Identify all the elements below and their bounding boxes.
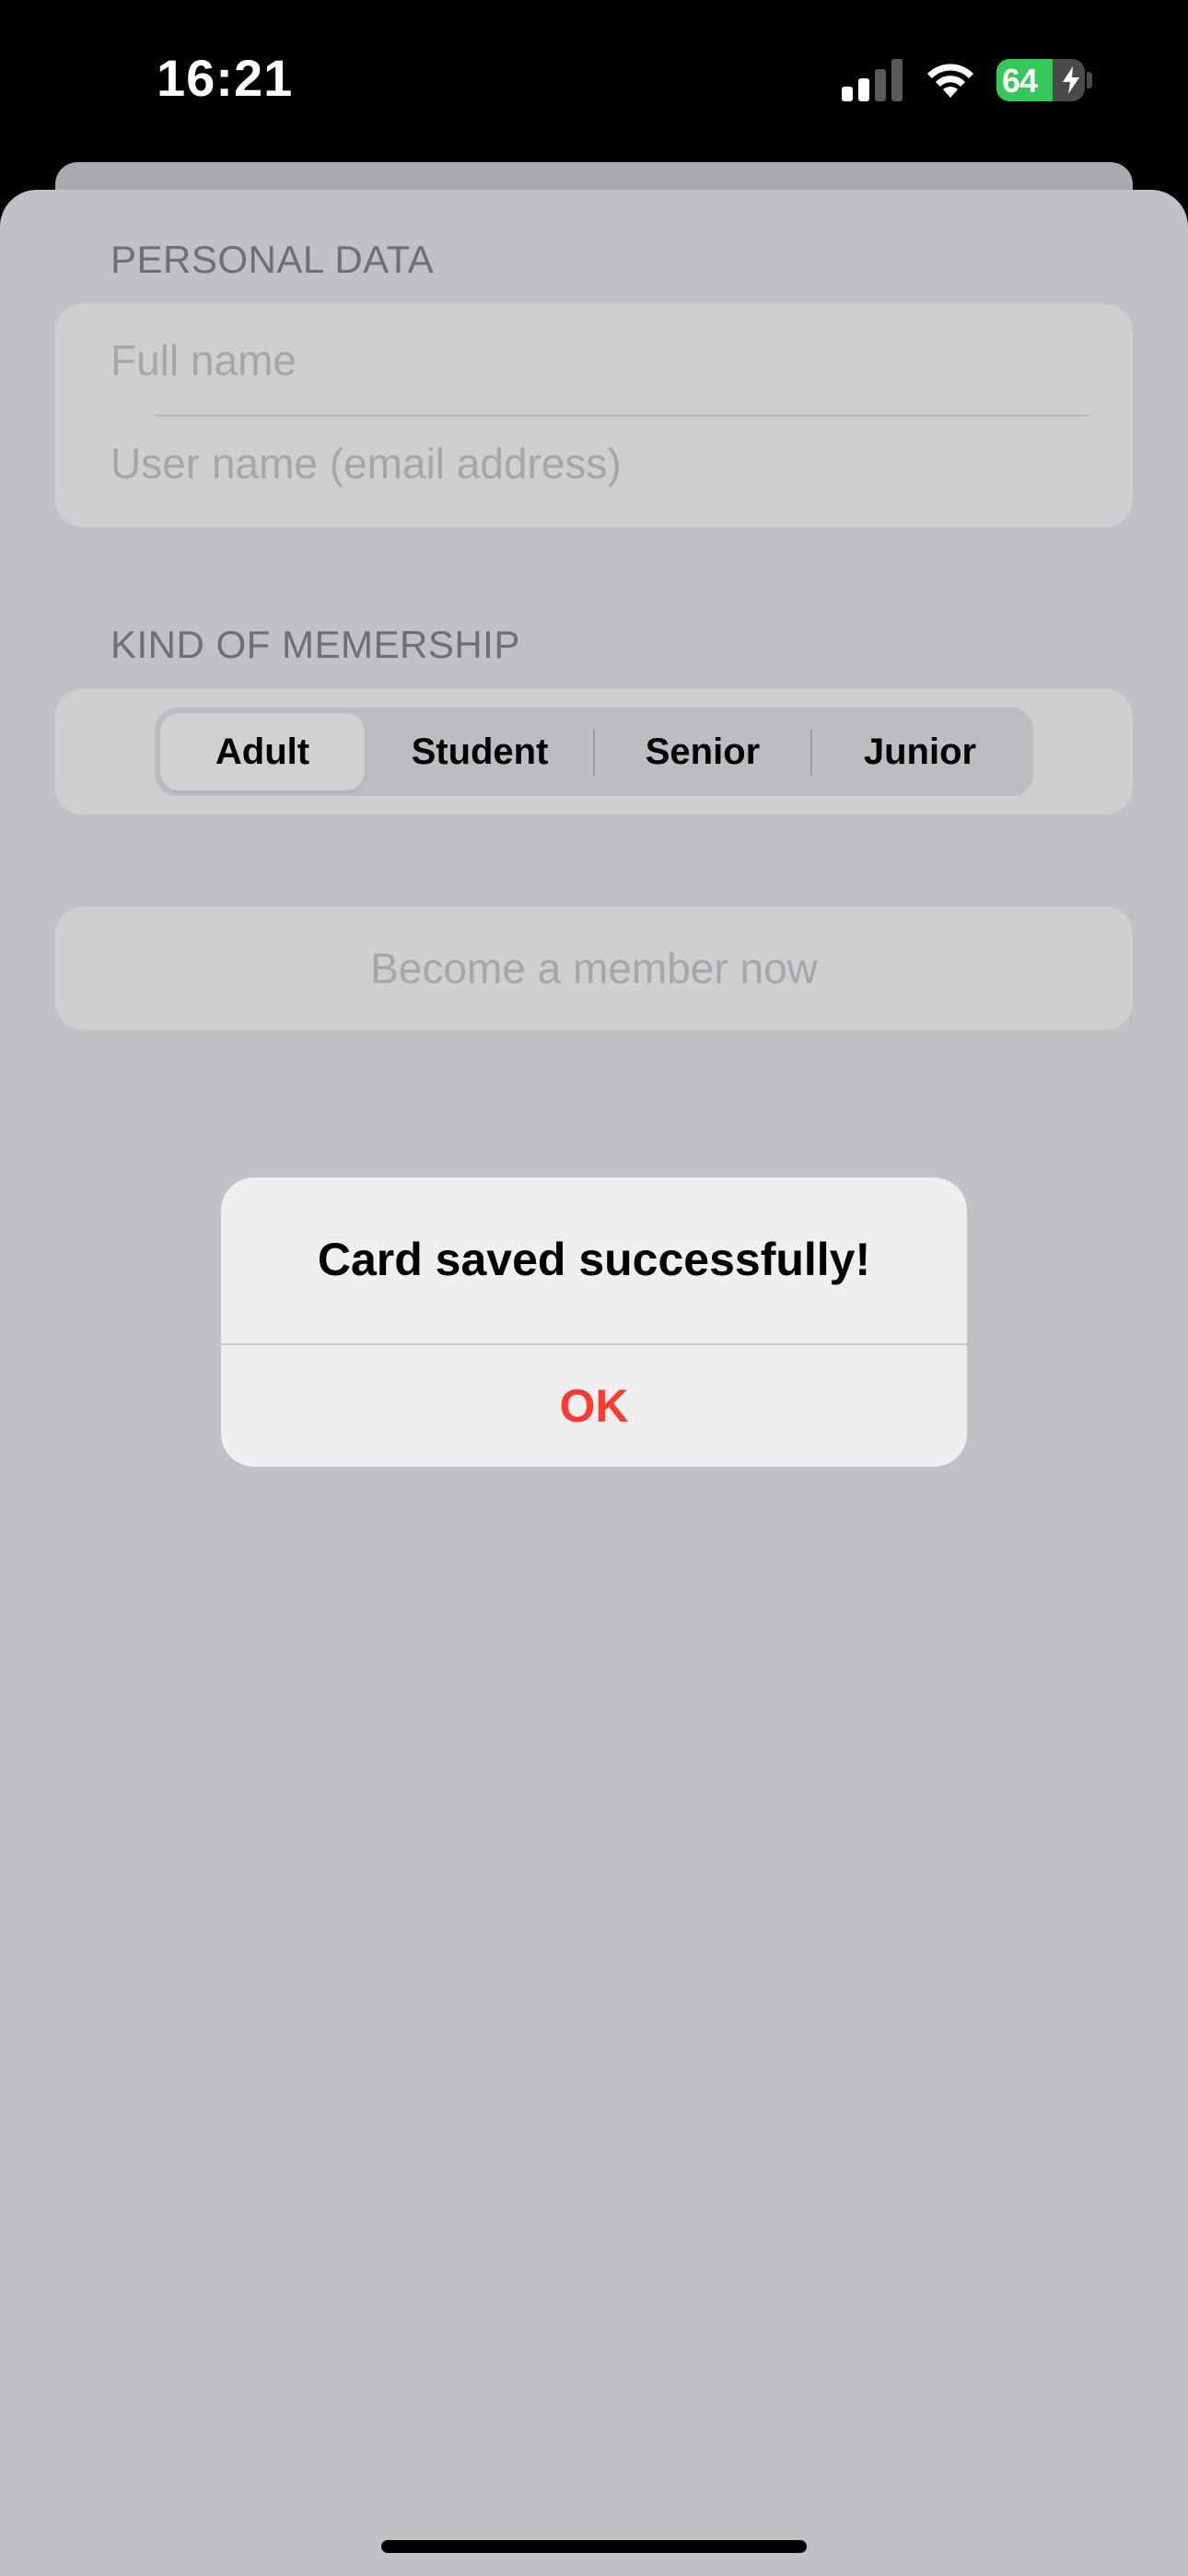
membership-segmented-control: Adult Student Senior Junior [155,708,1033,796]
alert-ok-button[interactable]: OK [221,1345,967,1467]
segment-adult[interactable]: Adult [160,713,365,790]
become-member-button[interactable]: Become a member now [55,907,1133,1030]
battery-charging-icon: 64 [996,59,1085,101]
battery-percentage: 64 [1002,62,1038,100]
segment-student[interactable]: Student [376,713,584,790]
status-bar: 16:21 64 [0,0,1188,166]
status-time: 16:21 [157,49,294,107]
section-header-membership: KIND OF MEMERSHIP [111,623,520,666]
personal-data-group: Full name User name (email address) [55,304,1133,527]
segment-senior[interactable]: Senior [595,713,810,790]
battery-nub [1087,72,1092,88]
membership-group: Adult Student Senior Junior [55,689,1133,814]
segment-junior[interactable]: Junior [812,713,1028,790]
full-name-field[interactable]: Full name [111,335,297,385]
field-divider [155,415,1089,416]
wifi-icon [927,64,973,98]
alert-dialog: Card saved successfully! OK [221,1177,967,1467]
username-email-field[interactable]: User name (email address) [111,439,622,488]
alert-title: Card saved successfully! [317,1234,871,1285]
charging-bolt-icon [1063,66,1079,94]
section-header-personal-data: PERSONAL DATA [111,238,435,281]
cellular-signal-icon [842,59,903,101]
home-indicator[interactable] [381,2540,807,2553]
